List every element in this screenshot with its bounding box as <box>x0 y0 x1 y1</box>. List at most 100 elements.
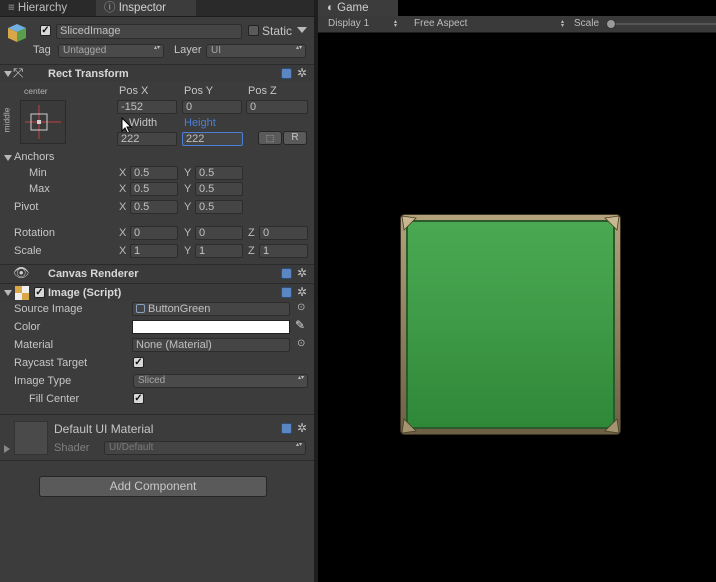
scale-x-field[interactable]: 1 <box>130 244 178 258</box>
static-checkbox[interactable] <box>248 25 259 36</box>
anchor-vertical-label: middle <box>1 107 12 133</box>
scale-label: Scale <box>14 245 42 257</box>
fold-arrow-right-icon[interactable] <box>4 445 10 453</box>
anchors-fold-arrow-icon[interactable] <box>4 155 12 161</box>
pivot-label: Pivot <box>14 201 39 213</box>
inspector-tabbar: ≡ Hierarchy ⓘ Inspector <box>0 0 314 17</box>
fold-arrow-icon[interactable] <box>4 290 12 296</box>
gameobject-cube-icon <box>6 22 28 44</box>
raw-edit-button[interactable]: R <box>283 131 307 145</box>
scale-z-field[interactable]: 1 <box>259 244 308 258</box>
fill-center-checkbox[interactable]: ✓ <box>133 393 144 404</box>
scale-x-axis-label: X <box>119 245 127 257</box>
source-image-label: Source Image <box>14 303 83 315</box>
image-script-title: Image (Script) <box>48 287 122 299</box>
tag-dropdown[interactable]: Untagged <box>58 44 164 58</box>
rotation-x-field[interactable]: 0 <box>130 226 178 240</box>
display-dropdown[interactable]: Display 1 <box>328 16 369 32</box>
anchor-preset-button[interactable] <box>20 100 66 144</box>
sliced-green-button-image <box>400 214 621 435</box>
pivot-y-field[interactable]: 0.5 <box>195 200 243 214</box>
scale-z-axis-label: Z <box>248 245 255 257</box>
object-active-checkbox[interactable]: ✓ <box>40 25 51 36</box>
layer-dropdown[interactable]: UI <box>206 44 306 58</box>
rotation-y-field[interactable]: 0 <box>195 226 243 240</box>
gear-icon[interactable]: ✲ <box>297 67 307 79</box>
help-book-icon[interactable] <box>281 287 292 298</box>
object-name-input[interactable]: SlicedImage <box>56 24 242 39</box>
material-field[interactable]: None (Material) <box>132 338 290 352</box>
info-icon: ⓘ <box>104 2 119 14</box>
height-field[interactable]: 222 <box>182 132 243 146</box>
rect-transform-title: Rect Transform <box>48 68 129 80</box>
scale-slider-track[interactable] <box>608 23 716 25</box>
object-picker-icon[interactable]: ⊙ <box>297 302 305 313</box>
fold-arrow-icon[interactable] <box>4 71 12 77</box>
canvas-renderer-title: Canvas Renderer <box>48 268 139 280</box>
dropdown-arrows-icon: ▴ ▾ <box>561 19 565 29</box>
max-x-field[interactable]: 0.5 <box>130 182 178 196</box>
posz-label: Pos Z <box>248 85 277 97</box>
material-preview-thumbnail <box>14 421 48 455</box>
scale-y-field[interactable]: 1 <box>195 244 243 258</box>
width-field[interactable]: 222 <box>117 132 177 146</box>
image-component-icon <box>15 286 29 300</box>
max-x-axis-label: X <box>119 183 127 195</box>
posz-field[interactable]: 0 <box>246 100 308 114</box>
anchor-horizontal-label: center <box>24 86 48 96</box>
raycast-target-label: Raycast Target <box>14 357 88 369</box>
sprite-icon <box>136 304 145 313</box>
rotation-z-field[interactable]: 0 <box>259 226 308 240</box>
min-x-field[interactable]: 0.5 <box>130 166 178 180</box>
color-swatch[interactable] <box>132 320 290 334</box>
min-x-axis-label: X <box>119 167 127 179</box>
static-dropdown-arrow-icon[interactable] <box>297 27 307 33</box>
blueprint-mode-button[interactable]: ⬚ <box>258 131 282 145</box>
material-title: Default UI Material <box>54 422 154 436</box>
list-icon: ≡ <box>8 2 18 14</box>
separator <box>0 414 314 415</box>
max-y-axis-label: Y <box>184 183 192 195</box>
tab-hierarchy[interactable]: ≡ Hierarchy <box>0 0 92 16</box>
static-label: Static <box>262 24 293 38</box>
min-label: Min <box>29 167 47 179</box>
tab-inspector[interactable]: ⓘ Inspector <box>96 0 196 16</box>
max-y-field[interactable]: 0.5 <box>195 182 243 196</box>
material-label: Material <box>14 339 54 351</box>
scale-y-axis-label: Y <box>184 245 192 257</box>
posy-label: Pos Y <box>184 85 214 97</box>
object-picker-icon[interactable]: ⊙ <box>297 338 305 349</box>
fill-center-label: Fill Center <box>29 393 80 405</box>
height-label: Height <box>184 117 216 129</box>
shader-dropdown[interactable]: UI/Default <box>104 441 306 455</box>
eyedropper-icon[interactable]: ✎ <box>295 318 305 332</box>
posx-field[interactable]: -152 <box>117 100 177 114</box>
tag-label: Tag <box>33 44 51 56</box>
max-label: Max <box>29 183 50 195</box>
gear-icon[interactable]: ✲ <box>297 286 307 298</box>
raycast-target-checkbox[interactable]: ✓ <box>133 357 144 368</box>
aspect-dropdown[interactable]: Free Aspect <box>414 16 467 32</box>
help-book-icon[interactable] <box>281 423 292 434</box>
rot-x-axis-label: X <box>119 227 127 239</box>
tab-game[interactable]: ◐ Game <box>318 0 398 16</box>
add-component-button[interactable]: Add Component <box>39 476 267 497</box>
gear-icon[interactable]: ✲ <box>297 267 307 279</box>
image-enabled-checkbox[interactable]: ✓ <box>34 287 45 298</box>
help-book-icon[interactable] <box>281 268 292 279</box>
posy-field[interactable]: 0 <box>182 100 242 114</box>
scale-label: Scale <box>574 18 600 29</box>
image-type-dropdown[interactable]: Sliced <box>133 374 308 388</box>
source-image-field[interactable]: ButtonGreen <box>132 302 290 316</box>
anchors-label: Anchors <box>14 151 55 163</box>
posx-label: Pos X <box>119 85 149 97</box>
gear-icon[interactable]: ✲ <box>297 422 307 434</box>
help-book-icon[interactable] <box>281 68 292 79</box>
min-y-field[interactable]: 0.5 <box>195 166 243 180</box>
min-y-axis-label: Y <box>184 167 192 179</box>
scale-slider-handle[interactable] <box>606 19 616 29</box>
rot-z-axis-label: Z <box>248 227 255 239</box>
pacman-icon: ◐ <box>327 2 338 14</box>
pivot-x-field[interactable]: 0.5 <box>130 200 178 214</box>
rot-y-axis-label: Y <box>184 227 192 239</box>
